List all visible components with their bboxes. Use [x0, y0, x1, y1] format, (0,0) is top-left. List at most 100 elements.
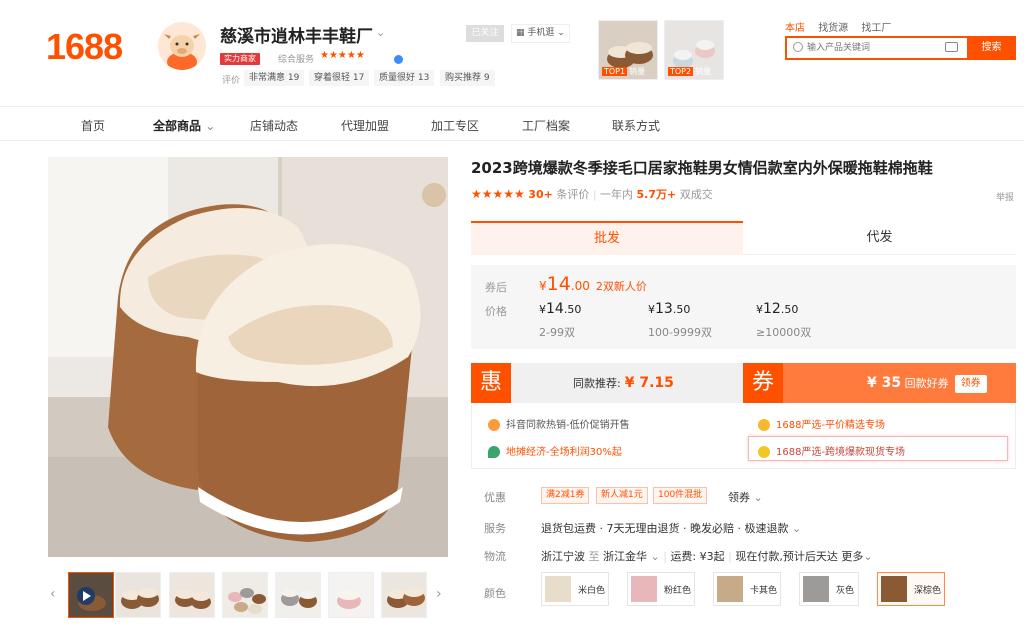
more-logistics[interactable]: 更多⌄	[841, 550, 872, 563]
shop-avatar[interactable]	[158, 22, 206, 70]
search-tab-factory[interactable]: 找工厂	[861, 23, 891, 34]
search-button[interactable]: 搜索	[967, 36, 1016, 60]
nav-factory-profile[interactable]: 工厂档案	[522, 117, 570, 134]
activity-item-selected[interactable]: 1688严选-跨境爆款现货专场	[758, 443, 905, 458]
search-box	[785, 36, 967, 60]
eval-chip[interactable]: 穿着很轻 17	[309, 70, 370, 86]
chevron-right-icon[interactable]: ›	[436, 586, 442, 602]
verified-icon	[394, 55, 403, 64]
chevron-down-icon: ⌄	[753, 491, 763, 504]
top-product-1[interactable]: TOP1 销量	[598, 20, 658, 80]
rating-stars: ★★★★★	[471, 187, 525, 201]
chevron-down-icon: ⌄	[650, 550, 660, 563]
eval-chip[interactable]: 非常满意 19	[244, 70, 305, 86]
price-label: 价格	[485, 305, 507, 318]
color-option[interactable]: 粉红色	[627, 572, 695, 606]
search-tab-source[interactable]: 找货源	[818, 23, 848, 34]
thumbnail-image[interactable]	[169, 572, 215, 618]
nav-agency[interactable]: 代理加盟	[341, 117, 389, 134]
similar-recommend[interactable]: 同款推荐: ¥ 7.15	[511, 363, 743, 403]
rating-label: 综合服务	[278, 55, 315, 65]
tab-dropship[interactable]: 代发	[743, 221, 1016, 255]
color-option-selected[interactable]: 深棕色	[877, 572, 945, 606]
coupon-price-label: 券后	[485, 281, 507, 294]
color-option[interactable]: 米白色	[541, 572, 609, 606]
sales-suffix: 双成交	[679, 188, 713, 201]
chevron-down-icon[interactable]: ⌄	[376, 26, 385, 39]
top-product-label: TOP1 销量	[602, 67, 646, 76]
search-input[interactable]	[807, 38, 937, 58]
rating-stars: ★★★★★	[320, 50, 365, 61]
thumbnail-image[interactable]	[328, 572, 374, 618]
discount-badge: 惠	[471, 363, 511, 403]
tier-price: ¥14.50	[539, 301, 582, 317]
discount-chip[interactable]: 100件混批	[653, 487, 708, 504]
thumbnail-image[interactable]	[275, 572, 321, 618]
thumbnail-video[interactable]	[68, 572, 114, 618]
tier-range: ≥10000双	[756, 326, 812, 339]
main-product-image[interactable]	[48, 157, 448, 557]
coupon-badge: 券	[743, 363, 783, 403]
camera-icon[interactable]	[945, 42, 958, 52]
sales-prefix: 一年内	[600, 188, 634, 201]
mascot-icon	[758, 446, 770, 458]
nav-contact[interactable]: 联系方式	[612, 117, 660, 134]
report-link[interactable]: 举报	[996, 190, 1014, 203]
shop-nav: 首页 全部商品 ⌄ 店铺动态 代理加盟 加工专区 工厂档案 联系方式	[0, 106, 1024, 141]
promo-bar: 惠 同款推荐: ¥ 7.15 券 ¥ 35 回款好券 领券	[471, 363, 1016, 403]
chevron-down-icon: ⌄	[205, 119, 216, 133]
new-user-price-note: 2双新人价	[595, 280, 647, 293]
discount-chip[interactable]: 满2减1券	[541, 487, 590, 504]
nav-all-products[interactable]: 全部商品 ⌄	[153, 117, 215, 134]
tier-price: ¥12.50	[756, 301, 799, 317]
strength-merchant-badge: 实力商家	[220, 53, 260, 65]
tab-wholesale[interactable]: 批发	[471, 221, 743, 255]
get-coupon-button[interactable]: 领券	[954, 375, 987, 393]
discount-chip[interactable]: 新人减1元	[596, 487, 648, 504]
flower-icon	[758, 419, 770, 431]
follow-button[interactable]: 已关注	[466, 25, 504, 42]
leaf-icon	[488, 446, 500, 458]
eval-chip[interactable]: 购买推荐 9	[440, 70, 495, 86]
color-option[interactable]: 灰色	[799, 572, 859, 606]
review-count[interactable]: 30+	[528, 188, 553, 201]
shop-name[interactable]: 慈溪市逍林丰丰鞋厂	[220, 22, 373, 47]
color-option[interactable]: 卡其色	[713, 572, 781, 606]
shipping-fee: 运费: ¥3起	[670, 550, 725, 563]
tier-range: 100-9999双	[648, 326, 712, 339]
discount-label: 优惠	[484, 491, 506, 504]
thumbnail-image[interactable]	[115, 572, 161, 618]
activity-item[interactable]: 1688严选-平价精选专场	[758, 416, 885, 431]
chevron-left-icon[interactable]: ‹	[50, 586, 56, 602]
mobile-browse-label: 手机逛	[527, 28, 555, 38]
chevron-down-icon: ⌄	[863, 550, 873, 563]
qr-code-icon: ▦	[516, 28, 525, 38]
activity-item[interactable]: 地摊经济-全场利润30%起	[488, 443, 622, 458]
search-icon	[793, 42, 803, 52]
ship-to-dropdown[interactable]: 浙江金华 ⌄	[603, 550, 660, 563]
ship-from: 浙江宁波	[541, 550, 585, 563]
get-coupon-dropdown[interactable]: 领券 ⌄	[728, 489, 763, 505]
top-product-2[interactable]: TOP2 销量	[664, 20, 724, 80]
nav-shop-news[interactable]: 店铺动态	[250, 117, 298, 134]
logistics-label: 物流	[484, 550, 506, 563]
mobile-browse-button[interactable]: ▦ 手机逛 ⌄	[511, 24, 570, 43]
thumbnail-image[interactable]	[222, 572, 268, 618]
eval-chip[interactable]: 质量很好 13	[374, 70, 435, 86]
price-box: 券后 ¥14.00 2双新人价 价格 ¥14.50 ¥13.50 ¥12.50 2…	[471, 265, 1016, 349]
nav-home[interactable]: 首页	[81, 117, 105, 134]
search-tab-shop[interactable]: 本店	[785, 23, 805, 34]
activity-item[interactable]: 抖音同款热销-低价促销开售	[488, 416, 630, 431]
search-scope-tabs: 本店 找货源 找工厂	[785, 19, 901, 34]
sales-count: 5.7万+	[636, 188, 677, 201]
service-text[interactable]: 退货包运费 · 7天无理由退货 · 晚发必赔 · 极速退款 ⌄	[541, 520, 801, 536]
thumbnail-image[interactable]	[381, 572, 427, 618]
coupon-price: ¥14.00 2双新人价	[539, 273, 647, 295]
chevron-down-icon: ⌄	[557, 28, 565, 38]
purchase-mode-tabs: 批发 代发	[471, 221, 1016, 255]
tier-price: ¥13.50	[648, 301, 691, 317]
evaluation-label: 评价	[222, 76, 241, 86]
site-logo[interactable]: 1688	[46, 26, 123, 68]
header: 1688 慈溪市逍林丰丰鞋厂 ⌄ 实力商家 综合服务 ★★★★★ 评价 非常满意…	[0, 0, 1024, 106]
nav-processing[interactable]: 加工专区	[431, 117, 479, 134]
